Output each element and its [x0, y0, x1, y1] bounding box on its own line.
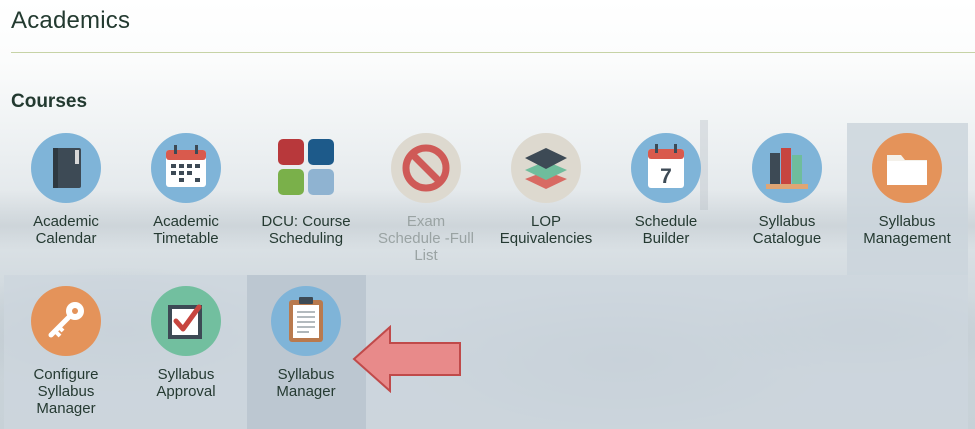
- tile-academic-timetable[interactable]: Academic Timetable: [126, 133, 246, 253]
- prohibited-icon: [391, 133, 461, 203]
- tile-label: Syllabus Management: [863, 213, 951, 247]
- tile-syllabus-catalogue[interactable]: Syllabus Catalogue: [727, 133, 847, 253]
- page-title: Academics: [11, 7, 131, 34]
- pointer-arrow-icon: [352, 325, 461, 393]
- tile-academic-calendar[interactable]: Academic Calendar: [6, 133, 126, 253]
- tile-label: Configure Syllabus Manager: [33, 366, 99, 417]
- books-icon: [752, 133, 822, 203]
- layers-icon: [511, 133, 581, 203]
- tile-label: Syllabus Approval: [156, 366, 216, 400]
- svg-text:7: 7: [660, 165, 672, 188]
- calendar-7-icon: 7: [631, 133, 701, 203]
- tile-syllabus-approval[interactable]: Syllabus Approval: [126, 286, 246, 406]
- tile-label: DCU: Course Scheduling: [261, 213, 351, 247]
- clipboard-icon: [271, 286, 341, 356]
- page-header: Academics: [11, 7, 130, 35]
- tile-dcu-course-scheduling[interactable]: DCU: Course Scheduling: [246, 133, 366, 253]
- folder-icon: [872, 133, 942, 203]
- title-divider: [11, 52, 975, 53]
- tile-label: Schedule Builder: [634, 213, 698, 247]
- tile-label: Academic Calendar: [33, 213, 99, 247]
- tile-lop-equivalencies[interactable]: LOP Equivalencies: [486, 133, 606, 253]
- tile-syllabus-manager[interactable]: Syllabus Manager: [246, 286, 366, 406]
- key-icon: [31, 286, 101, 356]
- tile-exam-schedule[interactable]: Exam Schedule -Full List: [366, 133, 486, 273]
- checkbox-icon: [151, 286, 221, 356]
- timetable-icon: [151, 133, 221, 203]
- tile-configure-syllabus-manager[interactable]: Configure Syllabus Manager: [6, 286, 126, 421]
- tile-schedule-builder[interactable]: 7 Schedule Builder: [606, 133, 726, 253]
- section-title-courses: Courses: [11, 91, 88, 112]
- tile-syllabus-management[interactable]: Syllabus Management: [847, 133, 967, 253]
- tile-label: Syllabus Manager: [276, 366, 336, 400]
- tile-label: Syllabus Catalogue: [752, 213, 822, 247]
- tile-label: Exam Schedule -Full List: [378, 213, 474, 264]
- tile-label: LOP Equivalencies: [499, 213, 593, 247]
- tile-label: Academic Timetable: [153, 213, 219, 247]
- calendar-book-icon: [31, 133, 101, 203]
- color-grid-icon: [271, 133, 341, 203]
